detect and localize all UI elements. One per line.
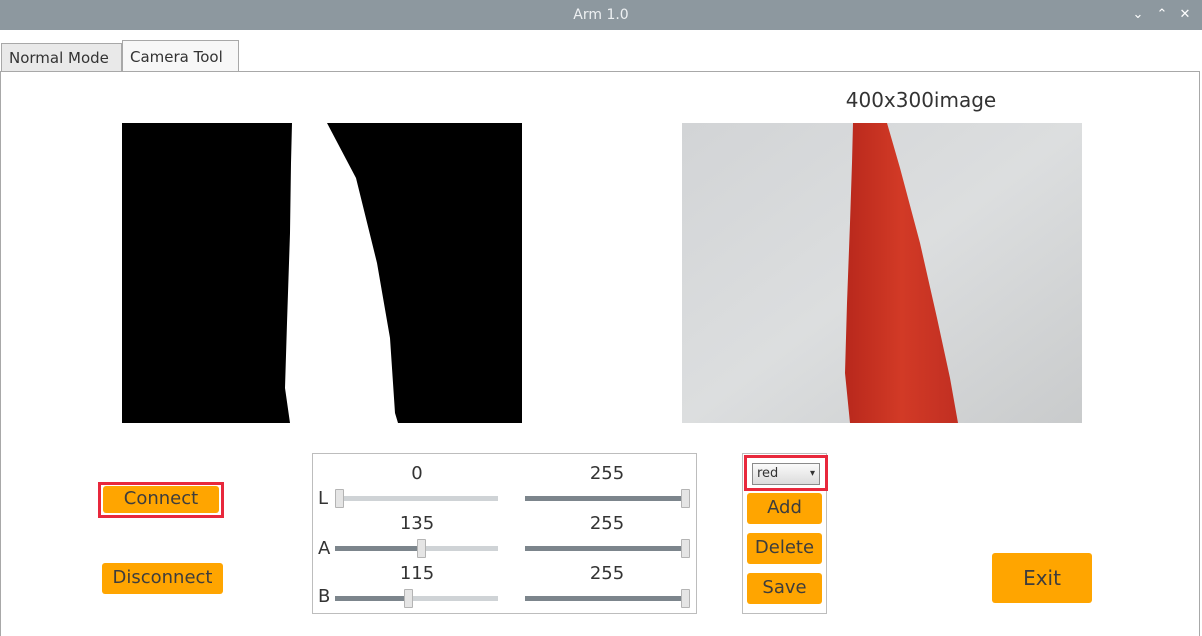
l-min-value: 0 [411, 463, 423, 484]
a-min-value: 135 [399, 513, 435, 534]
b-max-value: 255 [589, 563, 625, 584]
a-max-value: 255 [589, 513, 625, 534]
b-min-value: 115 [399, 563, 435, 584]
chevron-down-icon[interactable]: ⌄ [1131, 7, 1145, 23]
slider-fill [335, 596, 408, 601]
window-titlebar: Arm 1.0 ⌄ ⌃ ✕ [0, 0, 1202, 30]
image-size-label: 400x300image [845, 88, 997, 112]
l-max-value: 255 [589, 463, 625, 484]
camera-image-graphic [682, 123, 1082, 423]
window-title: Arm 1.0 [573, 7, 629, 23]
add-button[interactable]: Add [747, 493, 822, 524]
tab-label: Camera Tool [130, 48, 223, 66]
slider-handle[interactable] [681, 489, 690, 508]
chevron-down-icon: ▾ [809, 468, 815, 479]
mask-image-graphic [285, 123, 398, 423]
camera-image [682, 123, 1082, 423]
slider-handle[interactable] [681, 589, 690, 608]
slider-handle[interactable] [335, 489, 344, 508]
slider-handle[interactable] [681, 539, 690, 558]
close-icon[interactable]: ✕ [1178, 7, 1192, 23]
slider-handle[interactable] [404, 589, 413, 608]
color-select-value: red [757, 466, 779, 481]
slider-handle[interactable] [417, 539, 426, 558]
slider-fill [525, 546, 685, 551]
slider-track [335, 496, 498, 501]
exit-button[interactable]: Exit [992, 553, 1092, 603]
tab-camera-tool[interactable]: Camera Tool [122, 40, 239, 72]
tab-normal-mode[interactable]: Normal Mode [1, 43, 122, 71]
tab-label: Normal Mode [9, 49, 109, 67]
connect-button[interactable]: Connect [103, 486, 219, 513]
lab-threshold-panel [312, 453, 697, 614]
disconnect-button[interactable]: Disconnect [102, 563, 223, 594]
b-axis-label: B [318, 586, 331, 607]
l-axis-label: L [318, 488, 329, 509]
save-button[interactable]: Save [747, 573, 822, 604]
delete-button[interactable]: Delete [747, 533, 822, 564]
a-axis-label: A [318, 538, 331, 559]
mask-image [122, 123, 522, 423]
chevron-up-icon[interactable]: ⌃ [1155, 7, 1169, 23]
slider-fill [525, 596, 685, 601]
slider-fill [525, 496, 685, 501]
slider-fill [335, 546, 421, 551]
color-select[interactable]: red ▾ [752, 463, 820, 485]
